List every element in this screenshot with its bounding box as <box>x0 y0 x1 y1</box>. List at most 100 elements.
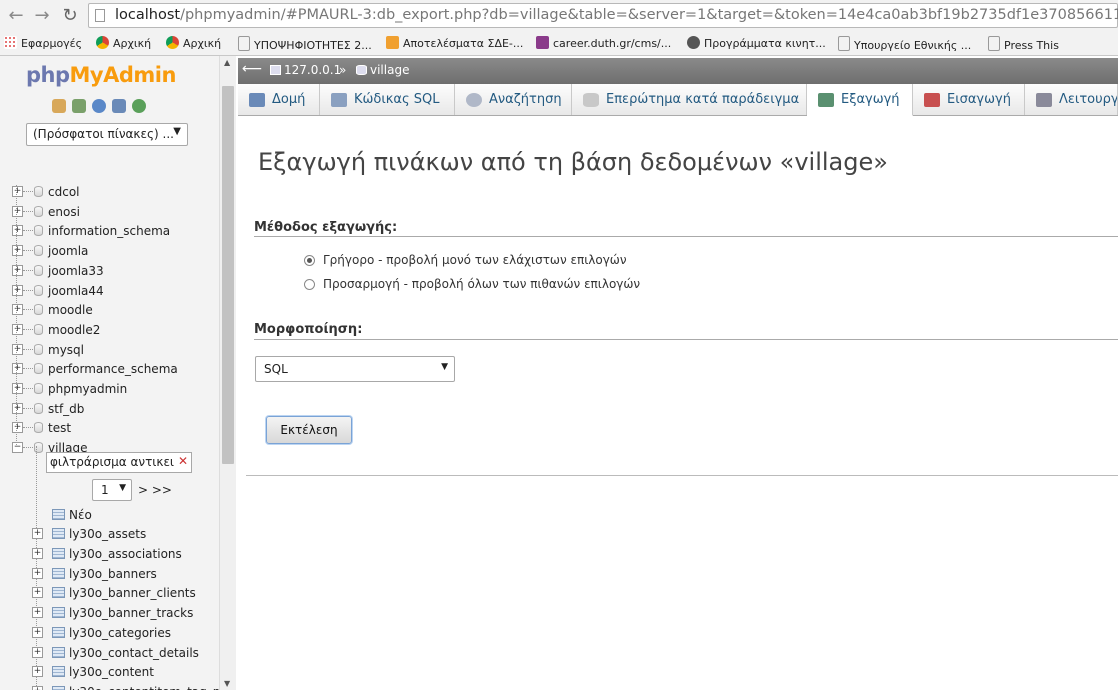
tab-sql[interactable]: Κώδικας SQL <box>320 84 455 115</box>
database-item[interactable]: + performance_schema <box>0 360 218 378</box>
database-label[interactable]: cdcol <box>48 183 80 201</box>
table-label[interactable]: ly30o_banner_tracks <box>69 604 193 622</box>
expand-icon[interactable]: + <box>12 304 23 315</box>
help-icon[interactable] <box>92 98 106 113</box>
expand-icon[interactable]: + <box>12 225 23 236</box>
database-label[interactable]: joomla <box>48 242 88 260</box>
table-label[interactable]: ly30o_banner_clients <box>69 584 196 602</box>
database-item[interactable]: + cdcol <box>0 183 218 201</box>
expand-icon[interactable]: + <box>12 363 23 374</box>
database-item[interactable]: + moodle2 <box>0 321 218 339</box>
database-item[interactable]: + test <box>0 419 218 437</box>
database-item[interactable]: + mysql <box>0 341 218 359</box>
database-item[interactable]: + phpmyadmin <box>0 380 218 398</box>
bookmark-press-this[interactable]: Press This <box>988 36 1059 52</box>
table-label[interactable]: ly30o_assets <box>69 525 146 543</box>
expand-icon[interactable]: + <box>12 383 23 394</box>
database-label[interactable]: enosi <box>48 203 80 221</box>
database-label[interactable]: moodle2 <box>48 321 100 339</box>
tab-search[interactable]: Αναζήτηση <box>455 84 572 115</box>
method-custom-label[interactable]: Προσαρμογή - προβολή όλων των πιθανών επ… <box>323 277 640 291</box>
database-label[interactable]: phpmyadmin <box>48 380 127 398</box>
scrollbar-thumb[interactable] <box>222 86 234 464</box>
tab-structure[interactable]: Δομή <box>238 84 320 115</box>
tab-export[interactable]: Εξαγωγή <box>807 84 913 116</box>
page-next-links[interactable]: > >> <box>138 483 172 497</box>
collapse-arrow-icon[interactable]: ⟵ <box>242 61 262 77</box>
navigation-scrollbar[interactable]: ▲ ▼ <box>219 56 236 690</box>
tab-import[interactable]: Εισαγωγή <box>913 84 1025 115</box>
database-label[interactable]: information_schema <box>48 222 170 240</box>
bookmark-sde-results[interactable]: Αποτελέσματα ΣΔΕ-... <box>386 36 523 52</box>
expand-icon[interactable]: + <box>32 548 43 559</box>
bookmark-ministry[interactable]: Υπουργείο Εθνικής ... <box>838 36 971 52</box>
docs-icon[interactable] <box>112 98 126 113</box>
bookmark-home-1[interactable]: Αρχική <box>96 36 151 52</box>
database-item[interactable]: + stf_db <box>0 400 218 418</box>
expand-icon[interactable]: + <box>32 587 43 598</box>
method-custom-radio[interactable] <box>304 279 315 290</box>
bookmark-career-duth[interactable]: career.duth.gr/cms/... <box>536 36 671 52</box>
table-item[interactable]: + ly30o_categories <box>0 624 218 642</box>
expand-icon[interactable]: + <box>12 422 23 433</box>
expand-icon[interactable]: + <box>12 206 23 217</box>
execute-button[interactable]: Εκτέλεση <box>266 416 352 444</box>
method-custom-option[interactable]: Προσαρμογή - προβολή όλων των πιθανών επ… <box>304 277 640 291</box>
back-arrow-icon[interactable]: ← <box>4 4 28 28</box>
collapse-icon[interactable]: − <box>12 442 23 453</box>
expand-icon[interactable]: + <box>12 285 23 296</box>
forward-arrow-icon[interactable]: → <box>30 4 54 28</box>
refresh-icon[interactable] <box>132 98 146 113</box>
method-quick-option[interactable]: Γρήγορο - προβολή μονό των ελάχιστων επι… <box>304 253 627 267</box>
database-item[interactable]: + joomla44 <box>0 282 218 300</box>
expand-icon[interactable]: + <box>32 568 43 579</box>
table-item[interactable]: + ly30o_contentitem_tag_m <box>0 683 224 690</box>
database-label[interactable]: joomla44 <box>48 282 104 300</box>
table-item[interactable]: + ly30o_banner_tracks <box>0 604 218 622</box>
database-item[interactable]: + joomla33 <box>0 262 218 280</box>
table-label[interactable]: ly30o_associations <box>69 545 182 563</box>
scroll-up-icon[interactable]: ▲ <box>224 58 230 67</box>
phpmyadmin-logo[interactable]: phpMyAdmin <box>26 63 176 87</box>
expand-icon[interactable]: + <box>32 666 43 677</box>
table-label[interactable]: ly30o_banners <box>69 565 157 583</box>
breadcrumb-database[interactable]: village <box>356 63 409 77</box>
new-table-item[interactable]: Νέο <box>0 506 218 524</box>
bookmark-home-2[interactable]: Αρχική <box>166 36 221 52</box>
reload-icon[interactable]: ↻ <box>58 4 82 28</box>
table-item[interactable]: + ly30o_banner_clients <box>0 584 218 602</box>
database-label[interactable]: performance_schema <box>48 360 178 378</box>
clear-filter-icon[interactable]: ✕ <box>178 454 188 468</box>
address-bar[interactable]: localhost/phpmyadmin/#PMAURL-3:db_export… <box>88 3 1118 28</box>
expand-icon[interactable]: + <box>32 647 43 658</box>
table-item[interactable]: + ly30o_assets <box>0 525 218 543</box>
bookmark-candidacies[interactable]: ΥΠΟΨΗΦΙΟΤΗΤΕΣ 2... <box>238 36 372 52</box>
expand-icon[interactable]: + <box>12 245 23 256</box>
scroll-down-icon[interactable]: ▼ <box>224 679 230 688</box>
database-label[interactable]: test <box>48 419 71 437</box>
table-label[interactable]: ly30o_content <box>69 663 154 681</box>
expand-icon[interactable]: + <box>32 686 43 690</box>
new-table-label[interactable]: Νέο <box>69 506 92 524</box>
breadcrumb-server[interactable]: 127.0.0.1 <box>270 63 341 77</box>
database-label[interactable]: mysql <box>48 341 84 359</box>
expand-icon[interactable]: + <box>12 344 23 355</box>
table-item[interactable]: + ly30o_associations <box>0 545 218 563</box>
tab-query[interactable]: Επερώτημα κατά παράδειγμα <box>572 84 807 115</box>
database-item[interactable]: + joomla <box>0 242 218 260</box>
table-item[interactable]: + ly30o_content <box>0 663 218 681</box>
bookmark-mobile-programs[interactable]: Προγράμματα κινητ... <box>687 36 826 52</box>
tab-operations[interactable]: Λειτουργίες <box>1025 84 1118 115</box>
recent-tables-select[interactable]: (Πρόσφατοι πίνακες) ... ▼ <box>26 123 188 146</box>
logout-icon[interactable] <box>72 98 86 113</box>
expand-icon[interactable]: + <box>32 627 43 638</box>
database-item[interactable]: + moodle <box>0 301 218 319</box>
table-label[interactable]: ly30o_contentitem_tag_m <box>69 683 224 690</box>
table-item[interactable]: + ly30o_contact_details <box>0 644 218 662</box>
table-label[interactable]: ly30o_contact_details <box>69 644 199 662</box>
expand-icon[interactable]: + <box>12 324 23 335</box>
database-label[interactable]: joomla33 <box>48 262 104 280</box>
table-item[interactable]: + ly30o_banners <box>0 565 218 583</box>
expand-icon[interactable]: + <box>12 265 23 276</box>
filter-input[interactable]: φιλτράρισμα αντικειμένων ✕ <box>46 452 192 473</box>
